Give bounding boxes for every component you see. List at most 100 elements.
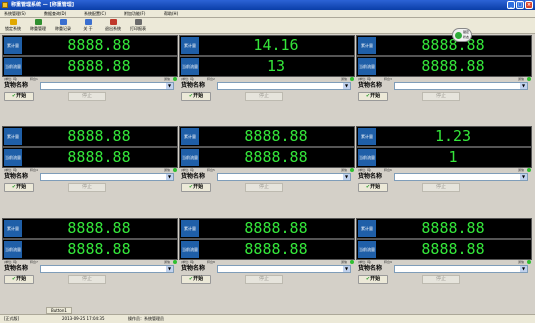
print-report-button[interactable]: 打印报表: [127, 19, 149, 33]
flow-label: 当前流量: [358, 241, 376, 258]
goods-name-select[interactable]: ▼: [394, 82, 528, 90]
about-button[interactable]: 关 于: [77, 19, 99, 33]
lock-system-button[interactable]: 锁定系统: [2, 19, 24, 33]
scale-status-line: (单位: 吨) 秤台6 通信: [356, 168, 532, 172]
stop-button[interactable]: 停止: [68, 183, 106, 192]
chevron-down-icon[interactable]: ▼: [520, 83, 527, 89]
comm-status-indicator: [527, 260, 531, 264]
goods-name-select[interactable]: ▼: [40, 265, 174, 273]
scale-panel-5: 累计量 8888.88 当前流量 8888.88 (单位: 吨) 秤台5 通信 …: [179, 126, 355, 214]
goods-name-label: 货物名称: [181, 265, 206, 272]
flow-row: 当前流量 8888.88: [2, 239, 178, 260]
scale-name: 秤台7: [30, 260, 38, 264]
scale-panel-4: 累计量 8888.88 当前流量 8888.88 (单位: 吨) 秤台4 通信 …: [2, 126, 178, 214]
records-icon: [59, 19, 67, 25]
stop-button[interactable]: 停止: [245, 183, 283, 192]
scale-status-line: (单位: 吨) 秤台9 通信: [356, 260, 532, 264]
flow-label: 当前流量: [4, 241, 22, 258]
start-button[interactable]: ✔开始: [4, 92, 34, 101]
exit-system-button[interactable]: 退出系统: [102, 19, 124, 33]
cumulative-label: 累计量: [358, 37, 376, 54]
badge-line-1: 锁定: [463, 30, 470, 34]
comm-label: 通信: [163, 168, 170, 172]
unit-text: (单位: 吨): [181, 168, 195, 172]
operator: 操作员：系统管理员: [128, 316, 164, 321]
flow-value: 8888.88: [421, 240, 485, 258]
chevron-down-icon[interactable]: ▼: [166, 83, 173, 89]
start-button[interactable]: ✔开始: [358, 183, 388, 192]
cumulative-value: 1.23: [434, 127, 472, 145]
goods-name-select[interactable]: ▼: [394, 173, 528, 181]
lock-status-badge[interactable]: 锁定 状态: [452, 28, 472, 42]
chevron-down-icon[interactable]: ▼: [520, 266, 527, 272]
stop-button[interactable]: 停止: [68, 275, 106, 284]
flow-row: 当前流量 8888.88: [356, 239, 532, 260]
goods-name-select[interactable]: ▼: [40, 173, 174, 181]
menu-item-system[interactable]: 系统管理(S): [4, 11, 26, 17]
chevron-down-icon[interactable]: ▼: [343, 83, 350, 89]
unit-text: (单位: 吨): [181, 260, 195, 264]
flow-row: 当前流量 8888.88: [179, 239, 355, 260]
chevron-down-icon[interactable]: ▼: [520, 174, 527, 180]
start-button[interactable]: ✔开始: [181, 92, 211, 101]
menu-item-extra[interactable]: 附加功能(F): [124, 11, 145, 17]
cumulative-value: 14.16: [253, 36, 299, 54]
menu-item-config[interactable]: 系统配置(C): [84, 11, 106, 17]
flow-label: 当前流量: [358, 149, 376, 166]
goods-name-select[interactable]: ▼: [217, 265, 351, 273]
scale-status-line: (单位: 吨) 秤台4 通信: [2, 168, 178, 172]
goods-name-select[interactable]: ▼: [217, 173, 351, 181]
chevron-down-icon[interactable]: ▼: [343, 266, 350, 272]
cumulative-row: 累计量 8888.88: [179, 126, 355, 147]
close-button[interactable]: ×: [525, 1, 533, 9]
weighing-records-button[interactable]: 称重记录: [52, 19, 74, 33]
menu-bar: 系统管理(S) 数据查询(D) 系统配置(C) 附加功能(F) 帮助(H): [0, 10, 535, 18]
cumulative-row: 累计量 8888.88: [179, 218, 355, 239]
comm-label: 通信: [163, 260, 170, 264]
chevron-down-icon[interactable]: ▼: [166, 266, 173, 272]
start-button[interactable]: ✔开始: [4, 275, 34, 284]
weighing-management-button[interactable]: 称重管理: [27, 19, 49, 33]
cumulative-row: 累计量 8888.88: [2, 218, 178, 239]
stop-button[interactable]: 停止: [422, 183, 460, 192]
scale-panel-6: 累计量 1.23 当前流量 1 (单位: 吨) 秤台6 通信 货物名称 ▼ ✔开…: [356, 126, 532, 214]
menu-item-help[interactable]: 帮助(H): [164, 11, 178, 17]
flow-value: 8888.88: [67, 240, 131, 258]
flow-label: 当前流量: [181, 241, 199, 258]
flow-value: 1: [448, 148, 458, 166]
stop-button[interactable]: 停止: [422, 275, 460, 284]
stop-button[interactable]: 停止: [245, 92, 283, 101]
cumulative-label: 累计量: [4, 220, 22, 237]
flow-row: 当前流量 8888.88: [2, 56, 178, 77]
comm-label: 通信: [340, 260, 347, 264]
button1-tab[interactable]: Button1: [46, 307, 72, 314]
cumulative-value: 8888.88: [244, 127, 308, 145]
chevron-down-icon[interactable]: ▼: [166, 174, 173, 180]
cumulative-value: 8888.88: [67, 36, 131, 54]
start-button[interactable]: ✔开始: [181, 183, 211, 192]
flow-row: 当前流量 8888.88: [179, 147, 355, 168]
comm-status-indicator: [527, 77, 531, 81]
start-button[interactable]: ✔开始: [358, 92, 388, 101]
start-button[interactable]: ✔开始: [358, 275, 388, 284]
comm-status-indicator: [350, 260, 354, 264]
maximize-button[interactable]: □: [516, 1, 524, 9]
scale-panel-3: 累计量 8888.88 当前流量 8888.88 (单位: 吨) 秤台3 通信 …: [356, 35, 532, 123]
stop-button[interactable]: 停止: [68, 92, 106, 101]
unit-text: (单位: 吨): [181, 77, 195, 81]
minimize-button[interactable]: _: [507, 1, 515, 9]
chevron-down-icon[interactable]: ▼: [343, 174, 350, 180]
scale-status-line: (单位: 吨) 秤台7 通信: [2, 260, 178, 264]
scale-icon: [34, 19, 42, 25]
cumulative-value: 8888.88: [244, 219, 308, 237]
stop-button[interactable]: 停止: [245, 275, 283, 284]
scale-name: 秤台2: [207, 77, 215, 81]
goods-name-select[interactable]: ▼: [394, 265, 528, 273]
start-button[interactable]: ✔开始: [4, 183, 34, 192]
menu-item-query[interactable]: 数据查询(D): [44, 11, 66, 17]
goods-name-select[interactable]: ▼: [217, 82, 351, 90]
start-button[interactable]: ✔开始: [181, 275, 211, 284]
stop-button[interactable]: 停止: [422, 92, 460, 101]
goods-name-select[interactable]: ▼: [40, 82, 174, 90]
cumulative-value: 8888.88: [67, 127, 131, 145]
